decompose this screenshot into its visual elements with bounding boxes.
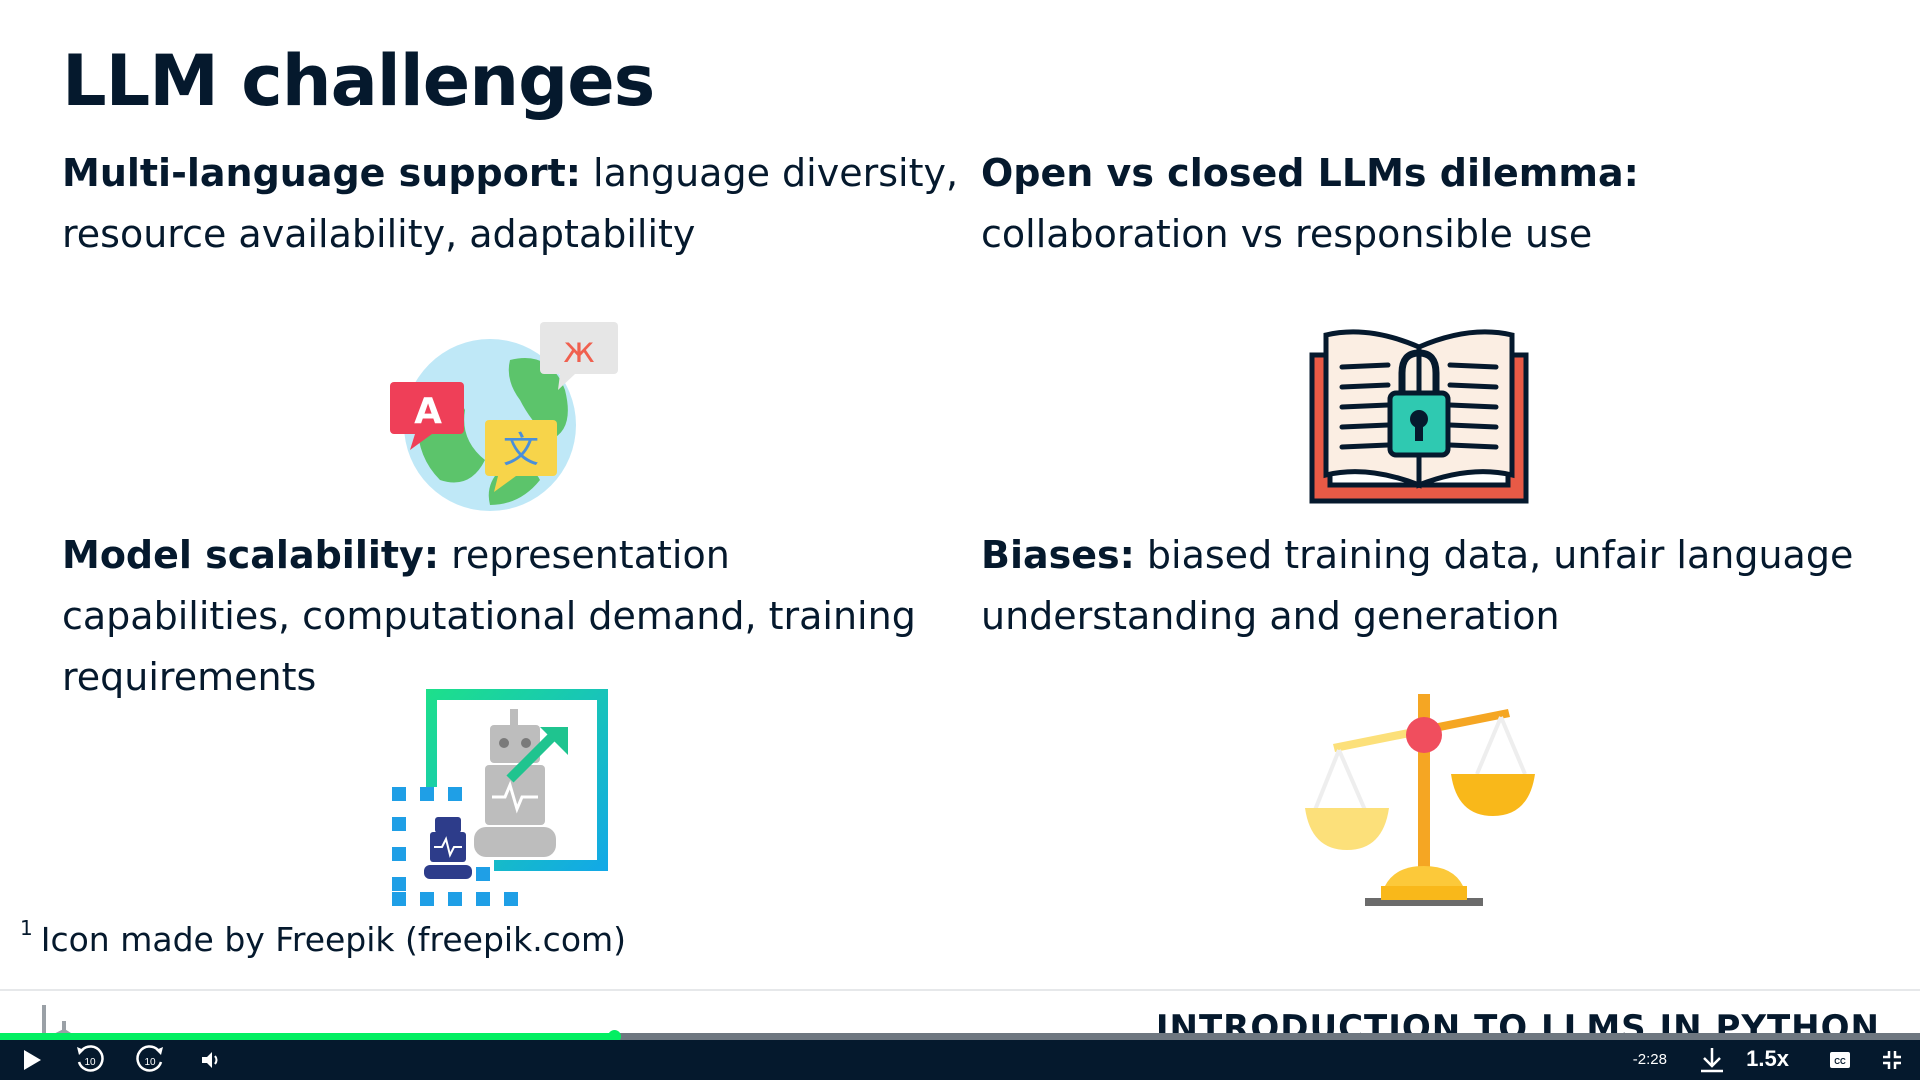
- video-controls: 10 10 -2:28 1.5x CC: [0, 1040, 1920, 1080]
- challenge-open-closed: Open vs closed LLMs dilemma: collaborati…: [981, 143, 1881, 265]
- challenge-scalability: Model scalability: representation capabi…: [62, 525, 962, 708]
- time-remaining: -2:28: [1632, 1051, 1667, 1068]
- challenge-heading: Open vs closed LLMs dilemma:: [981, 151, 1639, 195]
- slide-title: LLM challenges: [62, 40, 655, 122]
- forward-seconds: 10: [144, 1057, 156, 1068]
- svg-text:ж: ж: [563, 330, 595, 371]
- footer-divider: [0, 989, 1920, 991]
- svg-text:文: 文: [503, 430, 539, 471]
- challenge-heading: Multi-language support:: [62, 151, 581, 195]
- footnote-text: Icon made by Freepik (freepik.com): [40, 920, 627, 959]
- challenge-biases: Biases: biased training data, unfair lan…: [981, 525, 1881, 647]
- robot-scaling-icon: [392, 689, 608, 906]
- svg-text:CC: CC: [1834, 1057, 1846, 1066]
- video-progress-bar[interactable]: [0, 1030, 1920, 1043]
- volume-button[interactable]: [196, 1040, 226, 1080]
- exit-fullscreen-icon: [1883, 1051, 1901, 1069]
- locked-book-icon: [1309, 329, 1529, 504]
- footnote: 1 Icon made by Freepik (freepik.com): [20, 916, 627, 959]
- captions-icon: CC: [1830, 1052, 1850, 1068]
- video-progress-fill: [0, 1033, 615, 1040]
- balance-scale-icon: [1305, 694, 1535, 906]
- rewind-button[interactable]: 10: [70, 1040, 110, 1080]
- challenge-multi-language: Multi-language support: language diversi…: [62, 143, 962, 265]
- download-button[interactable]: [1694, 1040, 1730, 1080]
- rewind-seconds: 10: [84, 1057, 96, 1068]
- challenge-text: collaboration vs responsible use: [981, 212, 1593, 256]
- rewind-icon: 10: [77, 1045, 104, 1072]
- svg-text:A: A: [414, 391, 442, 432]
- play-icon: [24, 1050, 41, 1070]
- challenge-heading: Model scalability:: [62, 533, 440, 577]
- play-button[interactable]: [14, 1040, 50, 1080]
- slide: LLM challenges Multi-language support: l…: [0, 0, 1920, 1080]
- exit-fullscreen-button[interactable]: [1874, 1040, 1910, 1080]
- captions-button[interactable]: CC: [1822, 1040, 1858, 1080]
- globe-translate-icon: ж A 文: [390, 322, 618, 511]
- forward-button[interactable]: 10: [130, 1040, 170, 1080]
- playback-speed-button[interactable]: 1.5x: [1746, 1046, 1789, 1072]
- download-icon: [1701, 1048, 1723, 1073]
- forward-icon: 10: [136, 1045, 163, 1072]
- footnote-marker: 1: [20, 916, 33, 940]
- challenge-heading: Biases:: [981, 533, 1135, 577]
- volume-icon: [202, 1052, 218, 1068]
